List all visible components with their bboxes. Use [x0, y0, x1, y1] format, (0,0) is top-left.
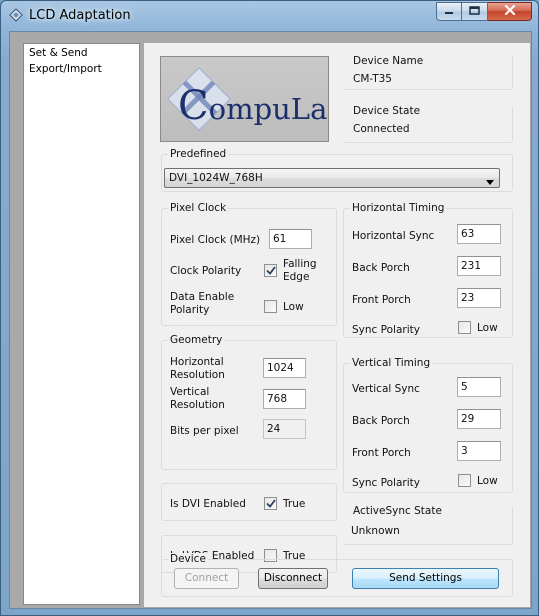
navigation-list[interactable]: Set & Send Export/Import	[23, 43, 140, 605]
bits-per-pixel-value: 24	[263, 419, 306, 439]
horizontal-resolution-label: Horizontal Resolution	[170, 356, 225, 381]
horizontal-sync-label: Horizontal Sync	[352, 230, 435, 242]
activesync-state-group: ActiveSync State Unknown	[343, 505, 513, 545]
settings-panel: CompuLab Device Name CM-T35 Device State…	[144, 43, 530, 607]
vertical-sync-polarity-option: Low	[477, 475, 498, 487]
maximize-icon	[469, 5, 480, 18]
clock-polarity-label: Clock Polarity	[170, 265, 242, 277]
dvi-enabled-checkbox[interactable]	[264, 497, 277, 510]
pixel-clock-title: Pixel Clock	[168, 202, 229, 215]
nav-item-export-import[interactable]: Export/Import	[29, 63, 102, 75]
horizontal-timing-title: Horizontal Timing	[350, 202, 447, 215]
chevron-down-icon	[486, 176, 494, 188]
vertical-resolution-input[interactable]: 768	[263, 389, 306, 409]
dvi-group: Is DVI Enabled True	[161, 483, 337, 521]
activesync-state-title: ActiveSync State	[351, 505, 444, 518]
predefined-select[interactable]: DVI_1024W_768H	[164, 168, 500, 188]
disconnect-button[interactable]: Disconnect	[258, 568, 328, 589]
device-state-value: Connected	[353, 123, 410, 135]
horizontal-back-porch-label: Back Porch	[352, 262, 410, 274]
predefined-title: Predefined	[168, 148, 229, 161]
vertical-resolution-label: Vertical Resolution	[170, 386, 225, 411]
bits-per-pixel-label: Bits per pixel	[170, 425, 239, 437]
horizontal-sync-input[interactable]: 63	[457, 224, 501, 244]
horizontal-resolution-input[interactable]: 1024	[263, 358, 306, 378]
pixel-clock-input[interactable]: 61	[269, 229, 312, 249]
data-enable-polarity-label: Data Enable Polarity	[170, 291, 235, 316]
vertical-timing-title: Vertical Timing	[350, 357, 433, 370]
vertical-sync-polarity-label: Sync Polarity	[352, 477, 420, 489]
close-icon	[504, 4, 516, 18]
caption-buttons	[436, 2, 532, 22]
horizontal-front-porch-label: Front Porch	[352, 294, 411, 306]
vertical-front-porch-label: Front Porch	[352, 447, 411, 459]
device-state-group: Device State Connected	[343, 105, 513, 143]
activesync-state-value: Unknown	[351, 525, 400, 537]
data-enable-polarity-option: Low	[283, 301, 304, 313]
device-name-group: Device Name CM-T35	[343, 55, 513, 90]
vertical-sync-label: Vertical Sync	[352, 383, 420, 395]
horizontal-sync-polarity-label: Sync Polarity	[352, 324, 420, 336]
pixel-clock-group: Pixel Clock Pixel Clock (MHz) 61 Clock P…	[161, 202, 337, 326]
minimize-icon	[444, 6, 454, 18]
vertical-sync-polarity-checkbox[interactable]	[458, 474, 471, 487]
vertical-front-porch-input[interactable]: 3	[457, 441, 501, 461]
device-name-title: Device Name	[351, 55, 426, 68]
diamond-app-icon[interactable]	[9, 8, 23, 22]
horizontal-timing-group: Horizontal Timing Horizontal Sync 63 Bac…	[343, 202, 513, 338]
device-title: Device	[168, 553, 208, 566]
logo-wordmark: CompuLab	[178, 83, 328, 129]
client-area: Set & Send Export/Import CompuLab Devic	[9, 31, 532, 609]
device-name-value: CM-T35	[353, 73, 392, 85]
maximize-button[interactable]	[462, 2, 488, 21]
compulab-logo: CompuLab	[160, 56, 329, 142]
send-settings-button[interactable]: Send Settings	[352, 568, 499, 589]
vertical-sync-input[interactable]: 5	[457, 377, 501, 397]
horizontal-back-porch-input[interactable]: 231	[457, 256, 501, 276]
minimize-button[interactable]	[436, 2, 462, 21]
nav-item-set-send[interactable]: Set & Send	[29, 47, 88, 59]
title-bar[interactable]: LCD Adaptation	[1, 1, 538, 31]
dvi-enabled-option: True	[283, 498, 306, 510]
connect-button[interactable]: Connect	[174, 568, 239, 589]
clock-polarity-option: Falling Edge	[283, 258, 317, 283]
window-title: LCD Adaptation	[29, 8, 131, 23]
device-state-title: Device State	[351, 105, 423, 118]
clock-polarity-checkbox[interactable]	[264, 264, 277, 277]
data-enable-polarity-checkbox[interactable]	[264, 300, 277, 313]
predefined-selected-value: DVI_1024W_768H	[169, 172, 263, 184]
geometry-title: Geometry	[168, 334, 225, 347]
horizontal-front-porch-input[interactable]: 23	[457, 288, 501, 308]
app-window: LCD Adaptation Set & Send Export/Import …	[0, 0, 539, 616]
horizontal-sync-polarity-checkbox[interactable]	[458, 321, 471, 334]
geometry-group: Geometry Horizontal Resolution 1024 Vert…	[161, 334, 337, 470]
dvi-enabled-label: Is DVI Enabled	[170, 498, 246, 510]
pixel-clock-label: Pixel Clock (MHz)	[170, 234, 261, 246]
vertical-back-porch-input[interactable]: 29	[457, 409, 501, 429]
vertical-back-porch-label: Back Porch	[352, 415, 410, 427]
close-button[interactable]	[488, 2, 532, 21]
horizontal-sync-polarity-option: Low	[477, 322, 498, 334]
vertical-timing-group: Vertical Timing Vertical Sync 5 Back Por…	[343, 357, 513, 493]
